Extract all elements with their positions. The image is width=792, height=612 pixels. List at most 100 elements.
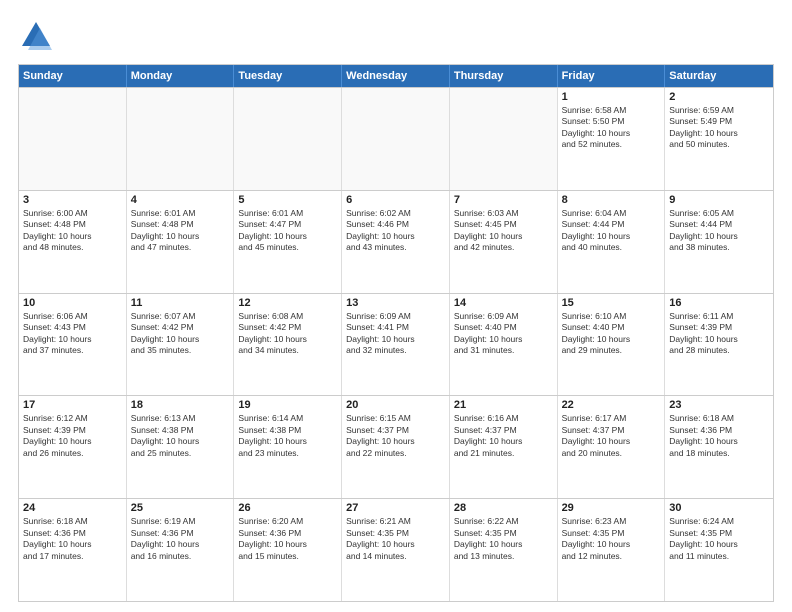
day-cell-30: 30 Sunrise: 6:24 AM Sunset: 4:35 PM Dayli… xyxy=(665,499,773,601)
day-cell-4: 4 Sunrise: 6:01 AM Sunset: 4:48 PM Daylig… xyxy=(127,191,235,293)
day-info: Sunrise: 6:00 AM Sunset: 4:48 PM Dayligh… xyxy=(23,208,122,254)
day-number: 18 xyxy=(131,399,230,411)
header-day-friday: Friday xyxy=(558,65,666,87)
day-number: 11 xyxy=(131,297,230,309)
day-info: Sunrise: 6:24 AM Sunset: 4:35 PM Dayligh… xyxy=(669,516,769,562)
day-info: Sunrise: 6:19 AM Sunset: 4:36 PM Dayligh… xyxy=(131,516,230,562)
day-cell-6: 6 Sunrise: 6:02 AM Sunset: 4:46 PM Daylig… xyxy=(342,191,450,293)
day-number: 26 xyxy=(238,502,337,514)
day-number: 13 xyxy=(346,297,445,309)
day-number: 5 xyxy=(238,194,337,206)
day-number: 21 xyxy=(454,399,553,411)
day-info: Sunrise: 6:03 AM Sunset: 4:45 PM Dayligh… xyxy=(454,208,553,254)
empty-cell xyxy=(19,88,127,190)
day-cell-12: 12 Sunrise: 6:08 AM Sunset: 4:42 PM Dayli… xyxy=(234,294,342,396)
day-cell-14: 14 Sunrise: 6:09 AM Sunset: 4:40 PM Dayli… xyxy=(450,294,558,396)
day-number: 4 xyxy=(131,194,230,206)
day-number: 16 xyxy=(669,297,769,309)
calendar-row-2: 3 Sunrise: 6:00 AM Sunset: 4:48 PM Daylig… xyxy=(19,190,773,293)
day-cell-22: 22 Sunrise: 6:17 AM Sunset: 4:37 PM Dayli… xyxy=(558,396,666,498)
day-cell-29: 29 Sunrise: 6:23 AM Sunset: 4:35 PM Dayli… xyxy=(558,499,666,601)
day-info: Sunrise: 6:02 AM Sunset: 4:46 PM Dayligh… xyxy=(346,208,445,254)
day-cell-21: 21 Sunrise: 6:16 AM Sunset: 4:37 PM Dayli… xyxy=(450,396,558,498)
day-info: Sunrise: 6:10 AM Sunset: 4:40 PM Dayligh… xyxy=(562,311,661,357)
day-info: Sunrise: 6:14 AM Sunset: 4:38 PM Dayligh… xyxy=(238,413,337,459)
day-number: 14 xyxy=(454,297,553,309)
header-day-monday: Monday xyxy=(127,65,235,87)
empty-cell xyxy=(127,88,235,190)
day-info: Sunrise: 6:13 AM Sunset: 4:38 PM Dayligh… xyxy=(131,413,230,459)
day-cell-26: 26 Sunrise: 6:20 AM Sunset: 4:36 PM Dayli… xyxy=(234,499,342,601)
day-info: Sunrise: 6:05 AM Sunset: 4:44 PM Dayligh… xyxy=(669,208,769,254)
calendar-body: 1 Sunrise: 6:58 AM Sunset: 5:50 PM Daylig… xyxy=(19,87,773,601)
day-info: Sunrise: 6:01 AM Sunset: 4:48 PM Dayligh… xyxy=(131,208,230,254)
calendar-row-3: 10 Sunrise: 6:06 AM Sunset: 4:43 PM Dayli… xyxy=(19,293,773,396)
day-cell-15: 15 Sunrise: 6:10 AM Sunset: 4:40 PM Dayli… xyxy=(558,294,666,396)
header-day-tuesday: Tuesday xyxy=(234,65,342,87)
empty-cell xyxy=(342,88,450,190)
logo xyxy=(18,18,58,54)
day-cell-17: 17Sunrise: 6:12 AM Sunset: 4:39 PM Dayli… xyxy=(19,396,127,498)
day-info: Sunrise: 6:08 AM Sunset: 4:42 PM Dayligh… xyxy=(238,311,337,357)
day-info: Sunrise: 6:04 AM Sunset: 4:44 PM Dayligh… xyxy=(562,208,661,254)
header-day-sunday: Sunday xyxy=(19,65,127,87)
day-info: Sunrise: 6:23 AM Sunset: 4:35 PM Dayligh… xyxy=(562,516,661,562)
day-number: 12 xyxy=(238,297,337,309)
day-number: 3 xyxy=(23,194,122,206)
day-info: Sunrise: 6:22 AM Sunset: 4:35 PM Dayligh… xyxy=(454,516,553,562)
day-info: Sunrise: 6:21 AM Sunset: 4:35 PM Dayligh… xyxy=(346,516,445,562)
day-info: Sunrise: 6:06 AM Sunset: 4:43 PM Dayligh… xyxy=(23,311,122,357)
day-cell-16: 16Sunrise: 6:11 AM Sunset: 4:39 PM Dayli… xyxy=(665,294,773,396)
day-cell-8: 8 Sunrise: 6:04 AM Sunset: 4:44 PM Daylig… xyxy=(558,191,666,293)
day-info: Sunrise: 6:58 AM Sunset: 5:50 PM Dayligh… xyxy=(562,105,661,151)
logo-icon xyxy=(18,18,54,54)
day-cell-10: 10 Sunrise: 6:06 AM Sunset: 4:43 PM Dayli… xyxy=(19,294,127,396)
day-cell-7: 7 Sunrise: 6:03 AM Sunset: 4:45 PM Daylig… xyxy=(450,191,558,293)
day-info: Sunrise: 6:07 AM Sunset: 4:42 PM Dayligh… xyxy=(131,311,230,357)
page: SundayMondayTuesdayWednesdayThursdayFrid… xyxy=(0,0,792,612)
day-info: Sunrise: 6:09 AM Sunset: 4:41 PM Dayligh… xyxy=(346,311,445,357)
day-cell-23: 23 Sunrise: 6:18 AM Sunset: 4:36 PM Dayli… xyxy=(665,396,773,498)
day-info: Sunrise: 6:09 AM Sunset: 4:40 PM Dayligh… xyxy=(454,311,553,357)
day-info: Sunrise: 6:18 AM Sunset: 4:36 PM Dayligh… xyxy=(23,516,122,562)
day-number: 30 xyxy=(669,502,769,514)
day-info: Sunrise: 6:18 AM Sunset: 4:36 PM Dayligh… xyxy=(669,413,769,459)
day-cell-13: 13 Sunrise: 6:09 AM Sunset: 4:41 PM Dayli… xyxy=(342,294,450,396)
calendar-row-4: 17Sunrise: 6:12 AM Sunset: 4:39 PM Dayli… xyxy=(19,395,773,498)
day-cell-24: 24Sunrise: 6:18 AM Sunset: 4:36 PM Dayli… xyxy=(19,499,127,601)
header-day-saturday: Saturday xyxy=(665,65,773,87)
day-cell-25: 25 Sunrise: 6:19 AM Sunset: 4:36 PM Dayli… xyxy=(127,499,235,601)
day-number: 15 xyxy=(562,297,661,309)
day-cell-11: 11 Sunrise: 6:07 AM Sunset: 4:42 PM Dayli… xyxy=(127,294,235,396)
header xyxy=(18,18,774,54)
day-number: 22 xyxy=(562,399,661,411)
day-info: Sunrise: 6:17 AM Sunset: 4:37 PM Dayligh… xyxy=(562,413,661,459)
day-number: 25 xyxy=(131,502,230,514)
day-number: 8 xyxy=(562,194,661,206)
day-cell-5: 5 Sunrise: 6:01 AM Sunset: 4:47 PM Daylig… xyxy=(234,191,342,293)
day-number: 1 xyxy=(562,91,661,103)
day-number: 19 xyxy=(238,399,337,411)
calendar-row-5: 24Sunrise: 6:18 AM Sunset: 4:36 PM Dayli… xyxy=(19,498,773,601)
day-number: 23 xyxy=(669,399,769,411)
day-number: 20 xyxy=(346,399,445,411)
day-number: 27 xyxy=(346,502,445,514)
day-cell-3: 3 Sunrise: 6:00 AM Sunset: 4:48 PM Daylig… xyxy=(19,191,127,293)
calendar-row-1: 1 Sunrise: 6:58 AM Sunset: 5:50 PM Daylig… xyxy=(19,87,773,190)
day-info: Sunrise: 6:01 AM Sunset: 4:47 PM Dayligh… xyxy=(238,208,337,254)
day-info: Sunrise: 6:20 AM Sunset: 4:36 PM Dayligh… xyxy=(238,516,337,562)
day-number: 9 xyxy=(669,194,769,206)
day-number: 7 xyxy=(454,194,553,206)
empty-cell xyxy=(450,88,558,190)
day-number: 17 xyxy=(23,399,122,411)
day-number: 10 xyxy=(23,297,122,309)
day-cell-20: 20 Sunrise: 6:15 AM Sunset: 4:37 PM Dayli… xyxy=(342,396,450,498)
day-number: 2 xyxy=(669,91,769,103)
day-info: Sunrise: 6:16 AM Sunset: 4:37 PM Dayligh… xyxy=(454,413,553,459)
day-number: 29 xyxy=(562,502,661,514)
day-info: Sunrise: 6:15 AM Sunset: 4:37 PM Dayligh… xyxy=(346,413,445,459)
day-cell-2: 2Sunrise: 6:59 AM Sunset: 5:49 PM Daylig… xyxy=(665,88,773,190)
day-number: 28 xyxy=(454,502,553,514)
day-number: 6 xyxy=(346,194,445,206)
day-cell-18: 18 Sunrise: 6:13 AM Sunset: 4:38 PM Dayli… xyxy=(127,396,235,498)
